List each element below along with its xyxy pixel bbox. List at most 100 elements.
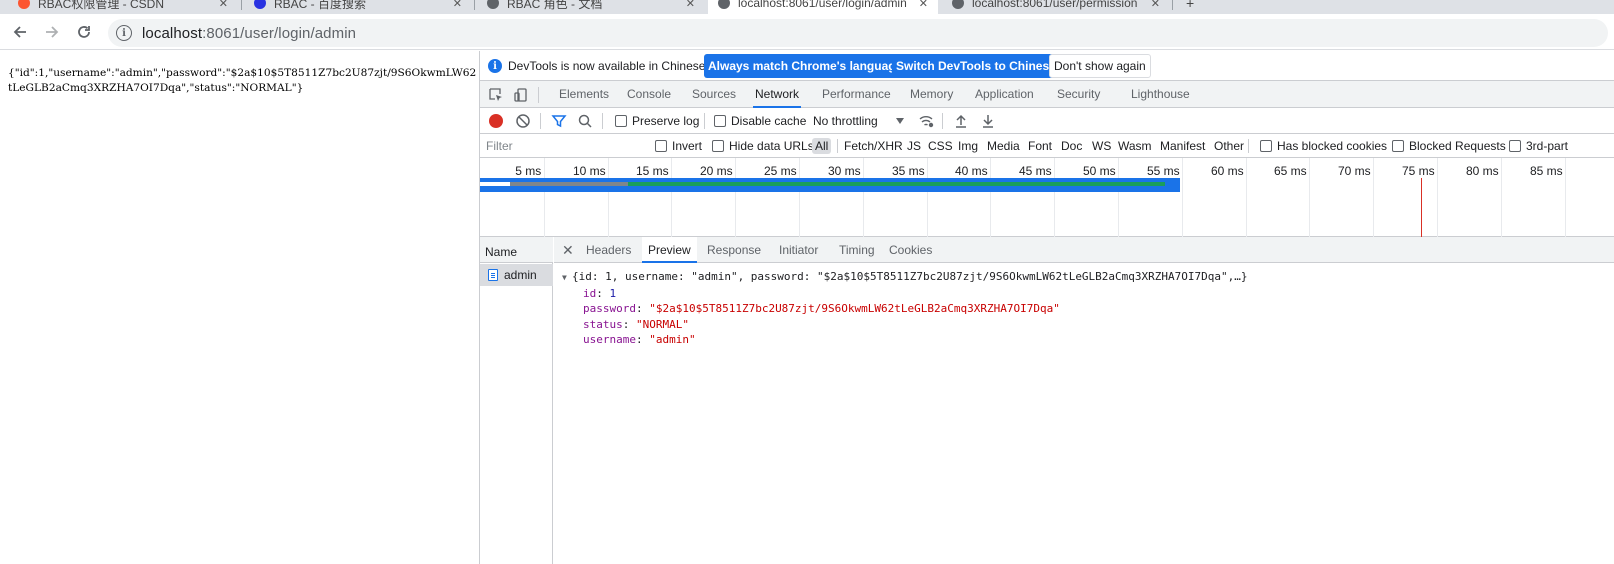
preserve-log-checkbox[interactable]	[615, 115, 627, 127]
blocked-requests-checkbox[interactable]	[1392, 140, 1404, 152]
filter-type-all[interactable]: All	[812, 138, 832, 154]
filter-type-fetch-xhr[interactable]: Fetch/XHR	[841, 138, 906, 154]
download-icon[interactable]	[980, 113, 996, 129]
filter-type-doc[interactable]: Doc	[1058, 138, 1085, 154]
tab-lighthouse[interactable]: Lighthouse	[1129, 81, 1192, 108]
device-toolbar-icon[interactable]	[513, 87, 529, 103]
filter-type-img[interactable]: Img	[955, 138, 981, 154]
inspect-element-icon[interactable]	[488, 87, 504, 103]
dropdown-triangle-icon	[896, 118, 904, 124]
arrow-right-icon	[46, 26, 59, 38]
name-column-header[interactable]: Name	[480, 237, 553, 263]
switch-to-chinese-button[interactable]: Switch DevTools to Chinese	[892, 54, 1060, 78]
invert-checkbox[interactable]	[655, 140, 667, 152]
timeline-tick-label: 25 ms	[764, 164, 797, 178]
filter-type-manifest[interactable]: Manifest	[1157, 138, 1208, 154]
infobar-message: DevTools is now available in Chinese!	[508, 59, 709, 73]
third-party-checkbox[interactable]	[1509, 140, 1521, 152]
close-tab-icon[interactable]: ✕	[1151, 0, 1160, 10]
filter-type-js[interactable]: JS	[904, 138, 924, 154]
disable-cache-checkbox[interactable]	[714, 115, 726, 127]
has-blocked-cookies-checkbox[interactable]	[1260, 140, 1272, 152]
timeline-gridline	[1182, 158, 1183, 237]
clear-icon[interactable]	[515, 113, 531, 129]
reload-button[interactable]	[74, 22, 94, 42]
url-path: :8061/user/login/admin	[202, 25, 357, 42]
tab-title: localhost:8061/user/login/admin	[738, 0, 907, 10]
timeline-gridline	[735, 158, 736, 237]
tab-memory[interactable]: Memory	[908, 81, 955, 108]
filter-type-other[interactable]: Other	[1211, 138, 1247, 154]
tab-console[interactable]: Console	[625, 81, 673, 108]
request-name: admin	[504, 268, 537, 282]
close-tab-icon[interactable]: ✕	[686, 0, 695, 10]
timeline-tick-label: 30 ms	[828, 164, 861, 178]
browser-tab-1[interactable]: RBAC权限管理 - CSDN ✕	[8, 0, 238, 14]
close-tab-icon[interactable]: ✕	[453, 0, 462, 10]
tab-performance[interactable]: Performance	[820, 81, 893, 108]
timeline-tick-label: 35 ms	[892, 164, 925, 178]
hide-data-urls-label: Hide data URLs	[729, 139, 814, 153]
timeline-gridline	[1118, 158, 1119, 237]
tab-timing[interactable]: Timing	[835, 237, 879, 263]
timeline-tick-label: 70 ms	[1338, 164, 1371, 178]
address-bar[interactable]: i localhost:8061/user/login/admin	[108, 19, 1608, 47]
site-info-icon[interactable]: i	[116, 25, 132, 41]
tab-network[interactable]: Network	[753, 81, 802, 108]
close-tab-icon[interactable]: ✕	[919, 0, 928, 10]
expand-triangle-icon[interactable]: ▼	[562, 270, 572, 286]
document-icon	[488, 269, 498, 281]
browser-tab-3[interactable]: RBAC 角色 - 文档 ✕	[477, 0, 705, 14]
back-button[interactable]	[10, 22, 30, 42]
new-tab-button[interactable]: +	[1176, 0, 1200, 14]
forward-button[interactable]	[42, 22, 62, 42]
throttling-select[interactable]: No throttling	[813, 114, 878, 128]
tab-headers[interactable]: Headers	[582, 237, 635, 263]
third-party-label: 3rd-part	[1526, 139, 1569, 153]
json-field-row: password: "$2a$10$5T8511Z7bc2U87zjt/9S6O…	[583, 302, 1060, 315]
tab-initiator[interactable]: Initiator	[775, 237, 822, 263]
upload-icon[interactable]	[953, 113, 969, 129]
filter-icon[interactable]	[551, 113, 567, 129]
timeline-tick-label: 5 ms	[515, 164, 542, 178]
json-field-row: id: 1	[583, 286, 617, 300]
has-blocked-cookies-label: Has blocked cookies	[1277, 139, 1388, 153]
filter-type-ws[interactable]: WS	[1089, 138, 1114, 154]
network-conditions-icon[interactable]	[918, 113, 934, 129]
json-root-row[interactable]: ▼ {id: 1, username: "admin", password: "$…	[562, 269, 1248, 286]
network-overview-timeline[interactable]: 5 ms 10 ms 15 ms 20 ms 25 ms 30 ms 35 ms 40 ms 4…	[480, 158, 1614, 237]
close-detail-icon[interactable]: ✕	[562, 242, 574, 259]
dont-show-again-button[interactable]: Don't show again	[1049, 54, 1151, 78]
tab-elements[interactable]: Elements	[557, 81, 611, 108]
tab-response[interactable]: Response	[703, 237, 765, 263]
tab-application[interactable]: Application	[973, 81, 1036, 108]
json-key: username	[583, 333, 636, 346]
tab-title: RBAC 角色 - 文档	[507, 0, 603, 11]
filter-type-font[interactable]: Font	[1025, 138, 1055, 154]
filter-input[interactable]: Filter	[482, 136, 642, 156]
timeline-gridline	[927, 158, 928, 237]
search-icon[interactable]	[577, 113, 593, 129]
filter-type-css[interactable]: CSS	[925, 138, 956, 154]
tab-security[interactable]: Security	[1055, 81, 1102, 108]
tab-preview[interactable]: Preview	[642, 237, 697, 263]
json-key: password	[583, 302, 636, 315]
invert-label: Invert	[672, 139, 703, 153]
browser-tab-5[interactable]: localhost:8061/user/permission ✕	[942, 0, 1170, 14]
globe-favicon-icon	[487, 0, 499, 9]
record-button[interactable]	[489, 114, 503, 128]
timeline-gridline	[608, 158, 609, 237]
url-text[interactable]: localhost:8061/user/login/admin	[142, 25, 356, 42]
tab-cookies[interactable]: Cookies	[885, 237, 936, 263]
hide-data-urls-checkbox[interactable]	[712, 140, 724, 152]
filter-type-wasm[interactable]: Wasm	[1115, 138, 1155, 154]
browser-tab-active[interactable]: localhost:8061/user/login/admin ✕	[708, 0, 938, 14]
request-row[interactable]: admin	[480, 264, 553, 286]
timeline-gridline	[799, 158, 800, 237]
filter-type-media[interactable]: Media	[984, 138, 1023, 154]
close-tab-icon[interactable]: ✕	[219, 0, 228, 10]
match-language-button[interactable]: Always match Chrome's language	[704, 54, 907, 78]
browser-tab-2[interactable]: RBAC - 百度搜索 ✕	[244, 0, 472, 14]
tab-sources[interactable]: Sources	[690, 81, 738, 108]
preserve-log-label: Preserve log	[632, 114, 700, 128]
